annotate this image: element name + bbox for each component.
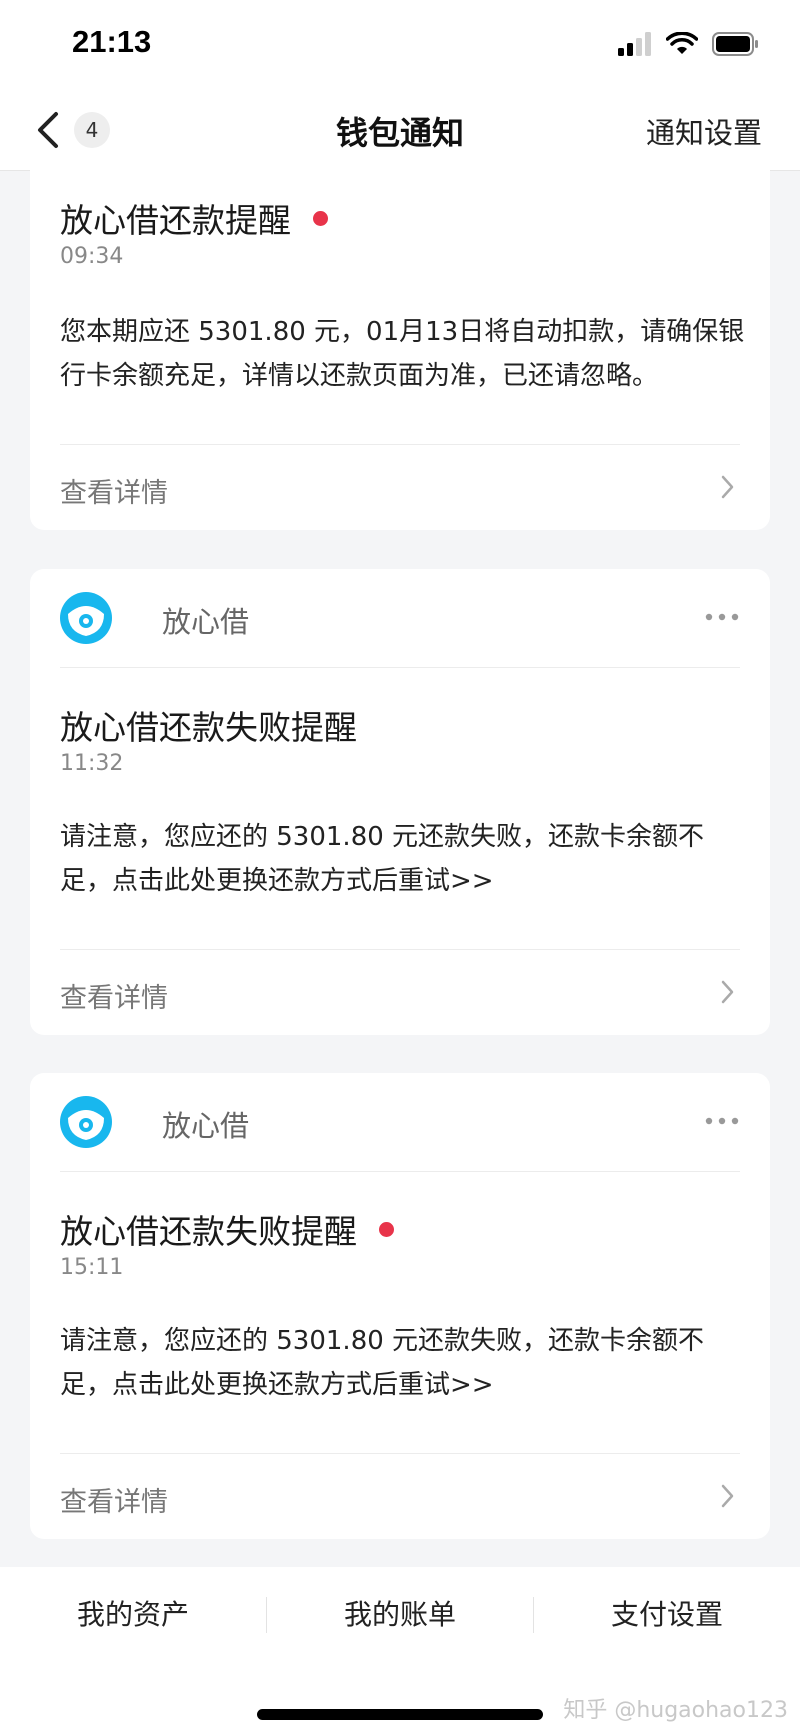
- app-name: 放心借: [162, 1109, 250, 1143]
- notification-body: 您本期应还 5301.80 元，01月13日将自动扣款，请确保银行卡余额充足，详…: [60, 317, 745, 391]
- notification-card: 放心借 放心借还款失败提醒 11:32 请注意，您应还的 5301.80 元还款…: [30, 569, 770, 1035]
- more-options-icon[interactable]: [704, 1109, 740, 1133]
- notification-title: 放心借还款失败提醒: [60, 1212, 357, 1251]
- view-details-label: 查看详情: [60, 478, 168, 509]
- title-row: 放心借还款提醒: [60, 194, 328, 242]
- page-title: 钱包通知: [335, 114, 464, 152]
- unread-dot: [379, 1221, 394, 1237]
- notification-title: 放心借还款失败提醒: [60, 708, 357, 747]
- notification-card: 放心借还款提醒 09:34 您本期应还 5301.80 元，01月13日将自动扣…: [30, 150, 770, 530]
- chevron-right-icon: [721, 980, 734, 1004]
- status-time: 21:13: [72, 24, 152, 59]
- notification-card: 放心借 放心借还款失败提醒 15:11 请注意，您应还的 5301.80 元还款…: [30, 1073, 770, 1539]
- view-details-label: 查看详情: [60, 983, 168, 1014]
- chevron-right-icon: [721, 475, 734, 499]
- view-details-row[interactable]: 查看详情: [60, 1453, 740, 1540]
- notification-body-link[interactable]: 请注意，您应还的 5301.80 元还款失败，还款卡余额不足，点击此处更换还款方…: [60, 815, 750, 903]
- card-header: 放心借: [60, 569, 740, 668]
- status-icons: [618, 30, 760, 58]
- more-options-icon[interactable]: [704, 605, 740, 629]
- card-header: 放心借: [60, 1073, 740, 1172]
- wifi-icon: [666, 32, 698, 54]
- view-details-label: 查看详情: [60, 1487, 168, 1518]
- tab-my-assets[interactable]: 我的资产: [0, 1567, 266, 1662]
- back-arrow-icon[interactable]: [30, 106, 70, 154]
- view-details-row[interactable]: 查看详情: [60, 949, 740, 1036]
- battery-icon: [712, 32, 758, 56]
- tab-payment-settings[interactable]: 支付设置: [534, 1567, 800, 1662]
- title-row: 放心借还款失败提醒: [60, 701, 357, 749]
- notification-time: 15:11: [60, 1255, 124, 1280]
- tab-my-bills[interactable]: 我的账单: [267, 1567, 533, 1662]
- unread-count-badge: 4: [74, 112, 110, 148]
- unread-dot: [313, 210, 328, 226]
- view-details-row[interactable]: 查看详情: [60, 444, 740, 531]
- app-name: 放心借: [162, 605, 250, 639]
- title-row: 放心借还款失败提醒: [60, 1205, 394, 1253]
- chevron-right-icon: [721, 1484, 734, 1508]
- home-indicator[interactable]: [257, 1709, 543, 1720]
- app-logo-icon: [60, 1096, 112, 1148]
- app-logo-icon: [60, 592, 112, 644]
- watermark: 知乎 @hugaohao123: [563, 1698, 788, 1723]
- notification-time: 09:34: [60, 244, 124, 269]
- notification-settings-button[interactable]: 通知设置: [646, 110, 762, 152]
- notification-title: 放心借还款提醒: [60, 201, 291, 240]
- cellular-signal-icon: [618, 32, 651, 56]
- notification-body-link[interactable]: 请注意，您应还的 5301.80 元还款失败，还款卡余额不足，点击此处更换还款方…: [60, 1319, 750, 1407]
- notification-time: 11:32: [60, 751, 124, 776]
- status-bar: 21:13: [0, 0, 800, 90]
